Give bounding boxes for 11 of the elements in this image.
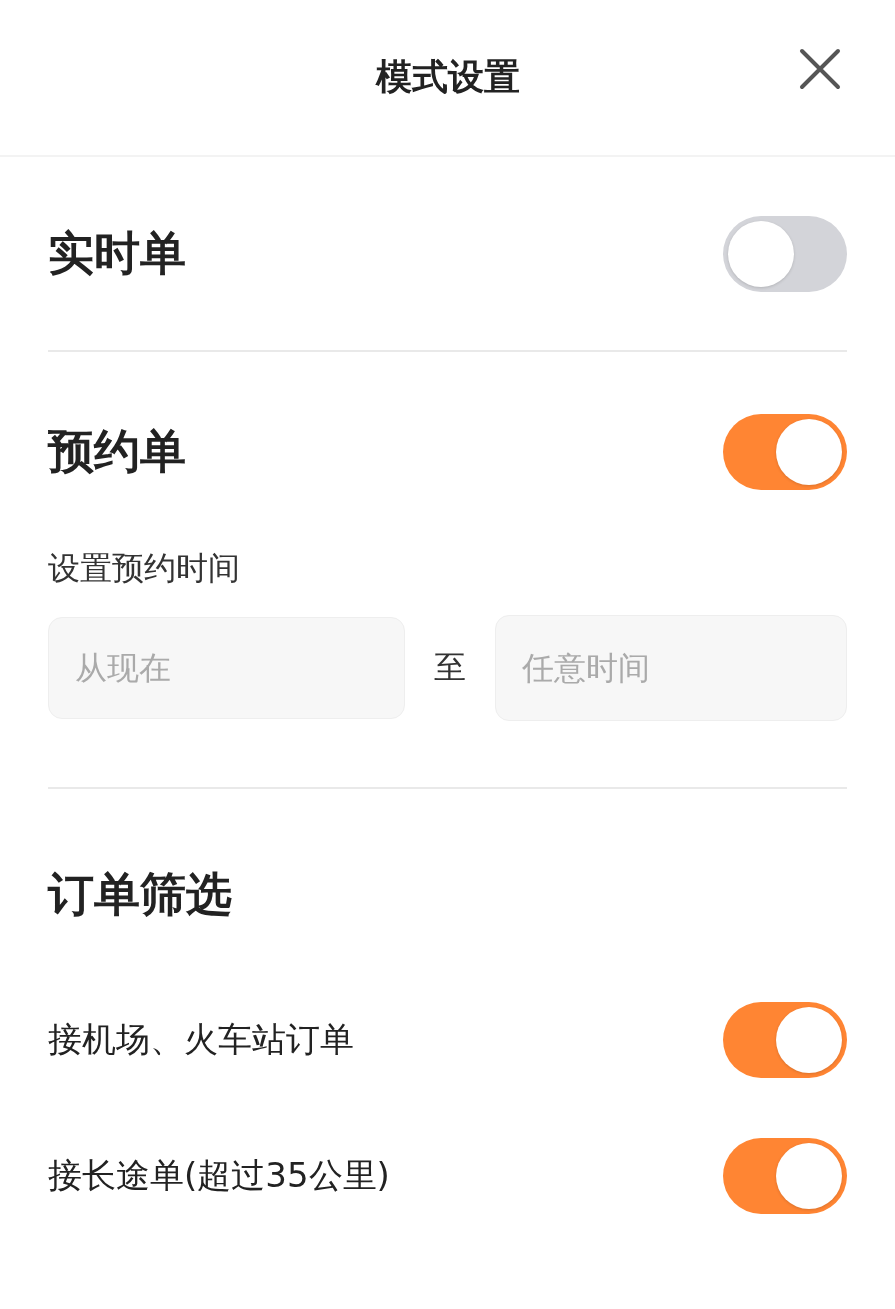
section-label: 预约单	[48, 423, 186, 480]
start-time-field[interactable]: 从现在	[48, 617, 405, 719]
option-label: 接长途单(超过35公里)	[48, 1154, 390, 1197]
section-label: 实时单	[48, 224, 186, 282]
separator-text: 至	[433, 647, 467, 688]
close-icon[interactable]	[799, 48, 841, 90]
end-time-field[interactable]: 任意时间	[495, 615, 847, 721]
field-label: 设置预约时间	[48, 551, 241, 585]
option-label: 接机场、火车站订单	[48, 1018, 354, 1061]
section-title: 订单筛选	[48, 866, 233, 919]
dialog-title: 模式设置	[375, 55, 520, 99]
